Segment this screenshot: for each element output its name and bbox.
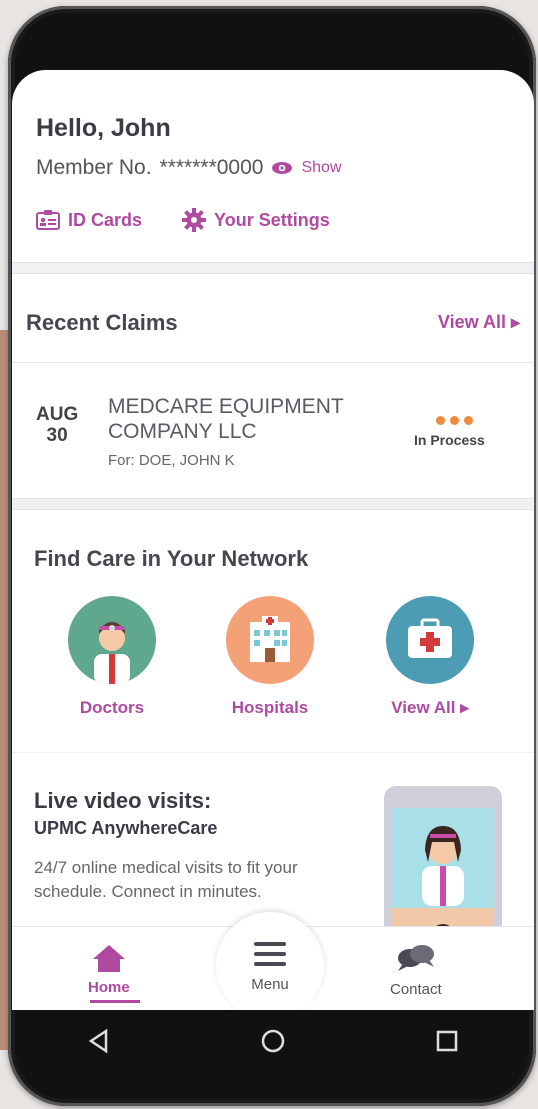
hospitals-label: Hospitals bbox=[231, 698, 309, 717]
claim-provider-line1: MEDCARE EQUIPMENT bbox=[108, 395, 344, 418]
claim-date: AUG 30 bbox=[36, 404, 78, 446]
claim-status: In Process bbox=[414, 432, 485, 448]
claim-provider: MEDCARE EQUIPMENT COMPANY LLC bbox=[108, 394, 388, 444]
find-care-heading: Find Care in Your Network bbox=[34, 546, 309, 571]
id-cards-label: ID Cards bbox=[68, 209, 143, 230]
id-cards-link[interactable]: ID Cards bbox=[36, 208, 142, 232]
hospitals-button[interactable]: Hospitals bbox=[200, 596, 340, 718]
eye-icon[interactable] bbox=[271, 161, 293, 175]
member-number-row: Member No. *******0000 Show bbox=[36, 156, 342, 180]
member-number: *******0000 bbox=[159, 156, 264, 179]
claim-provider-line2: COMPANY LLC bbox=[108, 420, 257, 443]
home-icon bbox=[92, 945, 125, 972]
nav-menu-button[interactable]: Menu bbox=[216, 912, 324, 1010]
recents-icon[interactable] bbox=[434, 1028, 460, 1054]
live-video-description: 24/7 online medical visits to fit your s… bbox=[34, 858, 298, 901]
member-label: Member No. bbox=[36, 156, 152, 179]
claim-patient: For: DOE, JOHN K bbox=[108, 452, 235, 469]
view-all-claims-link[interactable]: View All ▸ bbox=[438, 312, 520, 333]
doctors-label: Doctors bbox=[79, 698, 145, 717]
nav-home[interactable]: Home bbox=[88, 943, 130, 996]
active-tab-indicator bbox=[90, 1000, 140, 1003]
claim-month: AUG bbox=[36, 404, 79, 425]
first-aid-kit-icon bbox=[386, 596, 474, 684]
android-system-bar bbox=[12, 1010, 534, 1072]
back-icon[interactable] bbox=[86, 1028, 112, 1054]
doctors-button[interactable]: Doctors bbox=[42, 596, 182, 718]
settings-link[interactable]: Your Settings bbox=[182, 208, 330, 232]
divider bbox=[12, 362, 534, 363]
chat-bubbles-icon bbox=[397, 945, 434, 971]
app-screen: Hello, John Member No. *******0000 Show … bbox=[12, 70, 534, 1010]
divider bbox=[12, 262, 534, 274]
show-member-number-button[interactable]: Show bbox=[301, 159, 341, 177]
divider bbox=[12, 752, 534, 753]
id-card-icon bbox=[36, 210, 60, 230]
recent-claims-heading: Recent Claims bbox=[26, 310, 178, 335]
doctor-icon bbox=[68, 596, 156, 684]
nav-home-label: Home bbox=[88, 979, 130, 996]
view-all-care-button[interactable]: View All ▸ bbox=[360, 596, 500, 718]
nav-contact-label: Contact bbox=[390, 981, 442, 998]
nav-menu-label: Menu bbox=[251, 976, 289, 993]
settings-label: Your Settings bbox=[214, 209, 330, 230]
header-links: ID Cards Your Settings bbox=[36, 208, 330, 232]
home-circle-icon[interactable] bbox=[260, 1028, 286, 1054]
status-dots-icon bbox=[436, 416, 473, 425]
live-video-subtitle: UPMC AnywhereCare bbox=[34, 818, 218, 838]
divider bbox=[12, 498, 534, 510]
hospital-icon bbox=[226, 596, 314, 684]
live-video-title: Live video visits: bbox=[34, 788, 212, 813]
claim-day: 30 bbox=[46, 425, 68, 446]
gear-icon bbox=[182, 208, 207, 232]
nav-contact[interactable]: Contact bbox=[390, 943, 442, 998]
greeting: Hello, John bbox=[36, 114, 171, 142]
hamburger-icon bbox=[254, 942, 286, 966]
view-all-care-label: View All ▸ bbox=[391, 698, 469, 717]
